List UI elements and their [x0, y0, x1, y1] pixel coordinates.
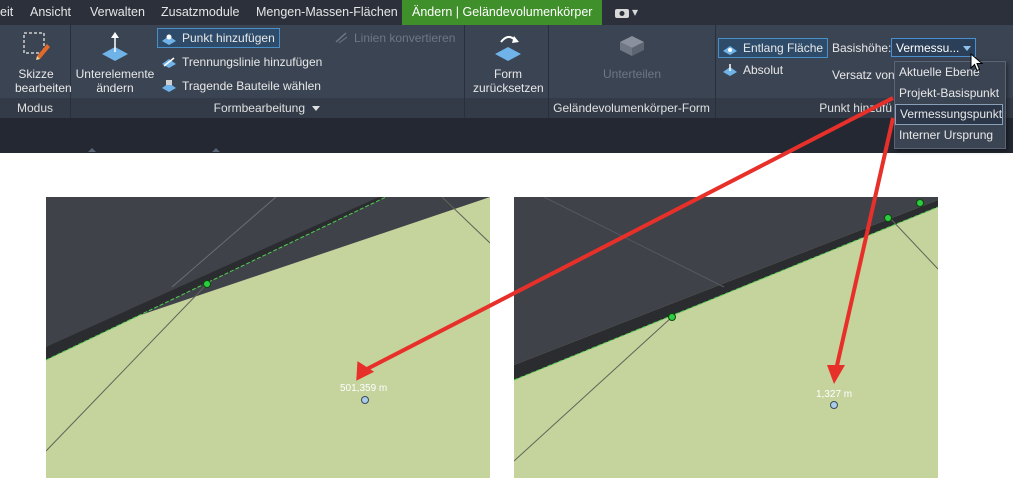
arrow-head-right-icon: [827, 365, 845, 384]
annotation-arrows: [356, 96, 895, 384]
